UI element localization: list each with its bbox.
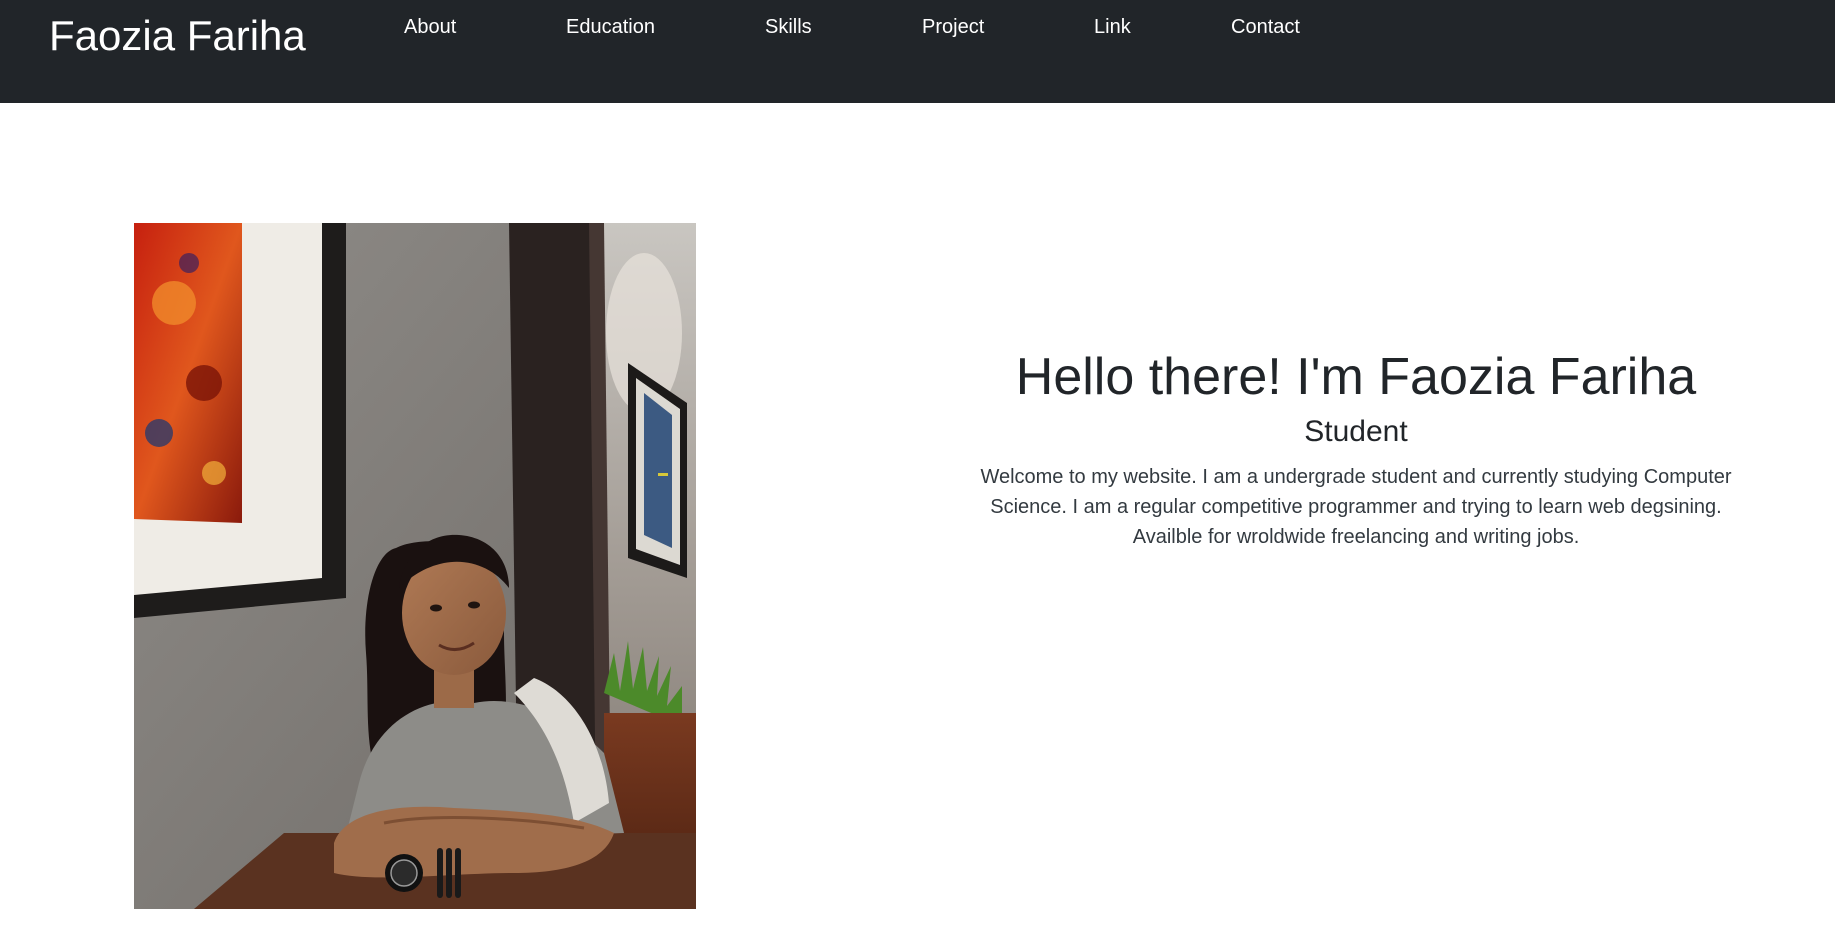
nav-link-link[interactable]: Link [1094,14,1131,40]
hero-role: Student [1304,415,1408,448]
profile-photo [134,223,696,909]
nav-link-contact[interactable]: Contact [1231,14,1300,40]
nav-link-skills[interactable]: Skills [765,14,812,40]
top-navbar: Faozia Fariha About Education Skills Pro… [0,0,1835,103]
hero-bio: Welcome to my website. I am a undergrade… [980,466,1732,548]
nav-link-project[interactable]: Project [922,14,984,40]
nav-link-education[interactable]: Education [566,14,655,40]
nav-link-about[interactable]: About [404,14,456,40]
intro-section: Hello there! I'm Faozia Fariha Student W… [960,342,1752,552]
brand-logo-link[interactable]: Faozia Fariha [49,12,306,60]
hero-heading: Hello there! I'm Faozia Fariha [1015,348,1697,406]
